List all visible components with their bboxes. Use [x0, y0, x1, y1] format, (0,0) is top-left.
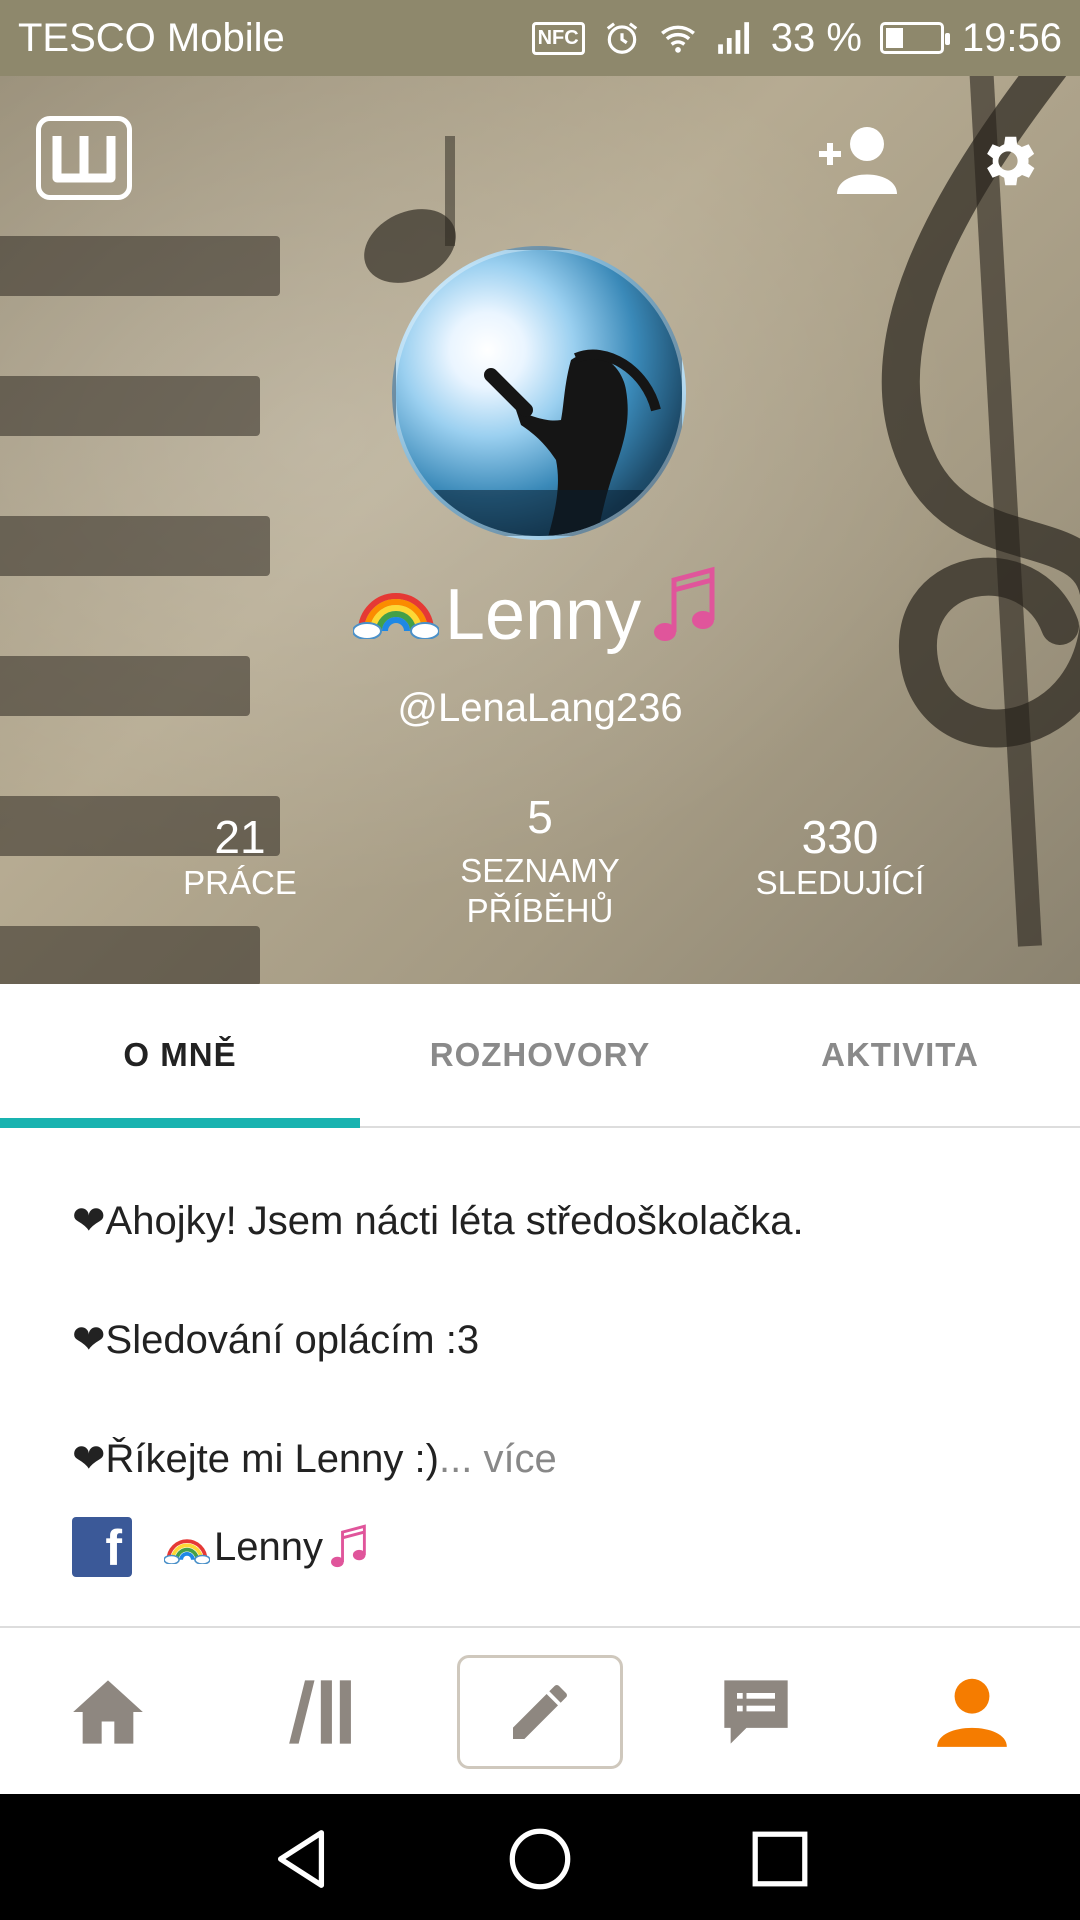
profile-icon: [937, 1678, 1007, 1747]
profile-avatar[interactable]: [392, 246, 686, 540]
nav-library[interactable]: [216, 1628, 432, 1796]
nfc-icon: NFC: [531, 21, 585, 55]
facebook-name-text: Lenny: [214, 1524, 323, 1569]
nav-profile[interactable]: [864, 1628, 1080, 1796]
add-user-icon: [819, 127, 897, 194]
bottom-navigation: [0, 1626, 1080, 1794]
about-line: ❤Sledování oplácím :3: [72, 1318, 480, 1362]
tab-conversations[interactable]: ROZHOVORY: [360, 984, 720, 1126]
username-handle: @LenaLang236: [397, 686, 683, 730]
system-navigation-bar: [0, 1794, 1080, 1920]
follow-user-button[interactable]: [815, 124, 905, 196]
about-section: ❤Ahojky! Jsem nácti léta středoškolačka.…: [72, 1195, 1012, 1485]
back-icon[interactable]: [266, 1824, 336, 1894]
carrier-name: TESCO Mobile: [18, 15, 285, 60]
nav-home[interactable]: [0, 1628, 216, 1796]
alarm-icon: [606, 22, 637, 54]
music-notes-icon: [331, 1524, 366, 1568]
stat-reading-lists-value: 5: [527, 791, 553, 843]
battery-percent: 33 %: [770, 15, 862, 60]
stat-followers-label: SLEDUJÍCÍ: [755, 864, 925, 901]
rainbow-icon: [164, 1539, 210, 1564]
stat-reading-lists-label: SEZNAMY PŘÍBĚHŮ: [460, 852, 620, 929]
library-icon: [289, 1680, 351, 1744]
wifi-icon: [660, 25, 695, 53]
read-more-link[interactable]: ... více: [439, 1437, 557, 1481]
profile-tabs: O MNĚ ROZHOVORY AKTIVITA: [0, 984, 1080, 1128]
status-bar: TESCO Mobile NFC 33 % 19:56: [0, 0, 1080, 76]
battery-icon: [879, 22, 950, 54]
messages-icon: [724, 1680, 788, 1744]
facebook-icon: f: [72, 1517, 132, 1577]
facebook-link[interactable]: f Lenny: [72, 1516, 373, 1578]
signal-icon: [717, 22, 749, 54]
nav-write[interactable]: [432, 1628, 648, 1796]
wattpad-logo-button[interactable]: [36, 116, 132, 200]
pencil-icon: [513, 1685, 567, 1739]
profile-header: Lenny @LenaLang236 21 PRÁCE 5 SEZNAMY PŘ…: [0, 76, 1080, 984]
heart-icon: ❤: [72, 1318, 106, 1362]
wattpad-logo-icon: [52, 136, 116, 183]
facebook-name: Lenny: [164, 1524, 373, 1570]
nav-messages[interactable]: [648, 1628, 864, 1796]
stat-works-value: 21: [214, 811, 266, 863]
heart-icon: ❤: [72, 1199, 106, 1243]
stat-followers-value: 330: [801, 811, 879, 863]
stat-works-label: PRÁCE: [183, 864, 297, 901]
heart-icon: ❤: [72, 1437, 106, 1481]
settings-button[interactable]: [975, 128, 1041, 194]
clock: 19:56: [961, 15, 1062, 60]
home-circle-icon[interactable]: [505, 1824, 575, 1894]
recents-icon[interactable]: [745, 1824, 815, 1894]
tab-about-me[interactable]: O MNĚ: [0, 984, 360, 1128]
home-icon: [73, 1680, 143, 1744]
write-button[interactable]: [457, 1655, 623, 1769]
music-notes-icon: [647, 566, 727, 663]
stat-works[interactable]: 21 PRÁCE: [90, 811, 390, 903]
stat-reading-lists[interactable]: 5 SEZNAMY PŘÍBĚHŮ: [390, 791, 690, 931]
rainbow-icon: [351, 574, 440, 656]
display-name-text: Lenny: [444, 574, 642, 655]
tab-activity[interactable]: AKTIVITA: [720, 984, 1080, 1126]
avatar-silhouette: [396, 349, 682, 536]
about-line: ❤Ahojky! Jsem nácti léta středoškolačka.: [72, 1199, 804, 1243]
gear-icon: [987, 136, 1035, 186]
display-name: Lenny: [0, 566, 1080, 663]
music-note-background: [364, 136, 456, 283]
about-line: ❤Říkejte mi Lenny :)... více: [72, 1437, 557, 1481]
stat-followers[interactable]: 330 SLEDUJÍCÍ: [690, 811, 990, 903]
